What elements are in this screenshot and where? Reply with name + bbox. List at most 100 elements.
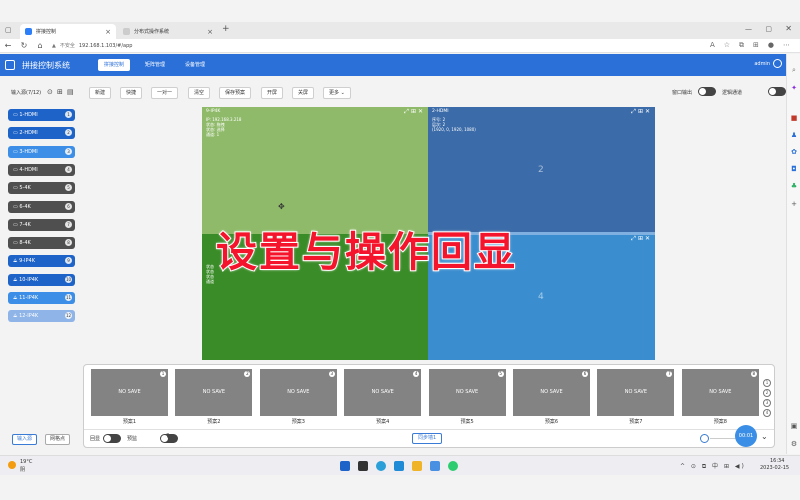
chrome-icon[interactable] bbox=[448, 461, 458, 471]
address-bar: ← ↻ ⌂ ▲ 不安全 192.168.1.103/#/app A ☆ ⧉ ⊞ ● … bbox=[0, 39, 800, 53]
layout-icon[interactable]: ▣ bbox=[790, 422, 798, 430]
edge-browser-icon[interactable] bbox=[376, 461, 386, 471]
refresh-icon[interactable]: ↻ bbox=[166, 432, 173, 441]
window-controls[interactable]: ⤢⊞✕ bbox=[404, 108, 425, 116]
source-item-9[interactable]: ⟁ 9-IP4K 9 bbox=[8, 255, 75, 268]
close-window-icon[interactable]: ✕ bbox=[785, 24, 792, 33]
outlook-icon[interactable]: ◘ bbox=[790, 165, 798, 173]
new-button[interactable]: 新建 bbox=[89, 87, 112, 99]
move-cursor-icon: ✥ bbox=[278, 202, 285, 211]
preset-status: NO SAVE bbox=[624, 389, 647, 395]
logic-channel-toggle[interactable] bbox=[767, 87, 786, 96]
source-number-badge: 10 bbox=[65, 275, 72, 283]
source-item-10[interactable]: ⟁ 10-IP4K 10 bbox=[8, 273, 75, 286]
favorite-icon[interactable]: ☆ bbox=[724, 41, 730, 50]
source-item-11[interactable]: ⟁ 11-IP4K 11 bbox=[8, 292, 75, 304]
window-controls[interactable]: ⤢⊞✕ bbox=[631, 235, 652, 243]
maximize-icon[interactable]: ▢ bbox=[765, 25, 772, 33]
loop-toggle[interactable] bbox=[103, 434, 121, 443]
read-aloud-icon[interactable]: A bbox=[710, 41, 715, 50]
settings-icon[interactable]: ✿ bbox=[790, 148, 798, 156]
preset-card-4[interactable]: NO SAVE 4 bbox=[344, 369, 422, 416]
preset-card-6[interactable]: NO SAVE 6 bbox=[513, 369, 590, 416]
gear-icon[interactable]: ⚙ bbox=[790, 440, 798, 448]
profile-icon[interactable]: ● bbox=[768, 41, 774, 50]
chevron-down-icon[interactable]: ⌄ bbox=[761, 432, 768, 441]
screen-off-button[interactable]: 关屏 bbox=[292, 87, 315, 99]
browser-tab-2[interactable]: 分布式操作系统 × bbox=[118, 24, 218, 39]
source-item-6[interactable]: ▭ 6-4K 6 bbox=[8, 200, 75, 213]
source-item-4[interactable]: ▭ 4-HDMI 4 bbox=[8, 163, 75, 176]
nav-matrix[interactable]: 矩阵管理 bbox=[139, 59, 171, 71]
source-item-12[interactable]: ⟁ 12-IP4K 12 bbox=[8, 310, 75, 323]
page-dot-4[interactable]: 4 bbox=[763, 409, 771, 417]
refresh-source-icon[interactable]: ⊙ bbox=[47, 88, 53, 96]
app-icon[interactable] bbox=[430, 461, 440, 471]
url-field[interactable]: ▲ 不安全 192.168.1.103/#/app bbox=[52, 42, 132, 49]
preset-card-8[interactable]: NO SAVE 8 bbox=[681, 369, 759, 416]
refresh-icon[interactable]: ↻ bbox=[16, 41, 32, 50]
browser-tab-1[interactable]: 拼接控制 × bbox=[20, 24, 116, 39]
zoom-slider-knob[interactable] bbox=[700, 434, 709, 443]
source-item-1[interactable]: ▭ 1-HDMI 1 bbox=[8, 109, 75, 121]
wall-window-ip4k[interactable]: 9-IP4K ⤢⊞✕ IP: 192.168.3.218 状态: 拖拽 状态: … bbox=[202, 107, 428, 234]
taskview-icon[interactable] bbox=[358, 461, 368, 471]
page-dot-1[interactable]: 1 bbox=[763, 379, 771, 387]
back-icon[interactable]: ← bbox=[0, 41, 16, 50]
save-preset-button[interactable]: 保存预案 bbox=[219, 87, 252, 99]
wall-window-hdmi[interactable]: 2-HDMI ⤢⊞✕ 序号: 2 层次: 2 (1920, 0, 1920, 1… bbox=[428, 107, 655, 234]
time-badge[interactable]: 00:01 bbox=[735, 425, 757, 447]
user-avatar-icon[interactable] bbox=[773, 59, 782, 68]
tab-close-icon[interactable]: × bbox=[105, 28, 111, 36]
preset-card-2[interactable]: NO SAVE 2 bbox=[175, 369, 253, 416]
preset-card-5[interactable]: NO SAVE 5 bbox=[428, 369, 506, 416]
grid-view-icon[interactable]: ⊞ bbox=[57, 88, 63, 96]
source-item-2[interactable]: ▭ 2-HDMI 2 bbox=[8, 127, 75, 140]
minimize-icon[interactable]: — bbox=[745, 25, 752, 33]
search-icon[interactable]: ⌕ bbox=[790, 66, 798, 74]
page-dot-3[interactable]: 3 bbox=[763, 399, 771, 407]
tree-icon[interactable]: ♣ bbox=[790, 182, 798, 190]
username[interactable]: admin bbox=[754, 61, 770, 67]
tab-close-icon[interactable]: × bbox=[207, 28, 213, 36]
window-controls[interactable]: ⤢⊞✕ bbox=[631, 108, 652, 116]
source-item-7[interactable]: ▭ 7-4K 7 bbox=[8, 218, 75, 231]
new-tab-icon[interactable]: + bbox=[222, 24, 230, 34]
extensions-icon[interactable]: ⧉ bbox=[739, 41, 744, 50]
preset-card-7[interactable]: NO SAVE 7 bbox=[597, 369, 675, 416]
nav-splice-control[interactable]: 拼接控制 bbox=[98, 59, 131, 71]
tab-actions-icon[interactable]: ▢ bbox=[5, 26, 12, 34]
more-label: 更多 bbox=[329, 90, 340, 96]
one-to-one-button[interactable]: 一对一 bbox=[151, 87, 179, 99]
weather-icon[interactable] bbox=[8, 461, 16, 469]
store-icon[interactable] bbox=[394, 461, 404, 471]
more-icon[interactable]: ⋯ bbox=[783, 41, 790, 50]
folder-icon[interactable] bbox=[412, 461, 422, 471]
nav-device[interactable]: 设备管理 bbox=[179, 59, 211, 71]
sync-wall-button[interactable]: 同步墙1 bbox=[412, 433, 443, 444]
windows-start-icon[interactable] bbox=[340, 461, 350, 471]
people-icon[interactable]: ♟ bbox=[790, 131, 798, 139]
more-button[interactable]: 更多 ⌄ bbox=[323, 87, 351, 99]
grid-point-button[interactable]: 网格点 bbox=[45, 434, 71, 445]
add-icon[interactable]: + bbox=[790, 200, 798, 208]
shopping-icon[interactable]: ■ bbox=[790, 114, 798, 122]
clear-button[interactable]: 清空 bbox=[188, 87, 211, 99]
preset-card-3[interactable]: NO SAVE 3 bbox=[259, 369, 337, 416]
input-source-button[interactable]: 输入源 bbox=[12, 434, 38, 445]
system-tray-icons[interactable]: ^ ⊙ ⧉ 中 ⊞ ◀) bbox=[680, 461, 746, 471]
home-icon[interactable]: ⌂ bbox=[32, 41, 48, 50]
page-dot-2[interactable]: 2 bbox=[763, 389, 771, 397]
window-output-toggle[interactable] bbox=[698, 87, 716, 96]
source-item-3[interactable]: ▭ 3-HDMI 3 bbox=[8, 145, 75, 158]
source-item-8[interactable]: ▭ 8-4K 8 bbox=[8, 237, 75, 250]
source-number-badge: 6 bbox=[65, 202, 72, 210]
screen-on-button[interactable]: 开屏 bbox=[261, 87, 284, 99]
collections-icon[interactable]: ⊞ bbox=[753, 41, 759, 50]
warning-icon: ▲ bbox=[52, 43, 56, 49]
list-view-icon[interactable]: ▤ bbox=[67, 88, 74, 96]
quick-button[interactable]: 快捷 bbox=[120, 87, 143, 99]
preset-card-1[interactable]: NO SAVE 1 bbox=[91, 369, 168, 416]
source-item-5[interactable]: ▭ 5-4K 5 bbox=[8, 182, 75, 195]
sparkle-icon[interactable]: ✦ bbox=[790, 84, 798, 92]
